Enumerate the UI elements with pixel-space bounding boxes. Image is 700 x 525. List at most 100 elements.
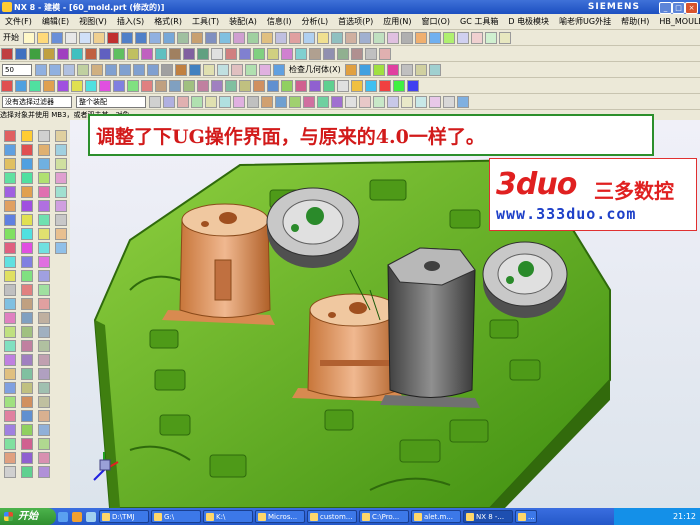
menu-tools[interactable]: 工具(T) [192,16,219,27]
electrode-icon[interactable] [239,79,251,92]
deviation-icon[interactable] [428,63,441,76]
trim-mold-icon[interactable] [253,79,265,92]
project-icon[interactable] [127,47,139,60]
task-custom[interactable]: custom... [307,510,357,523]
fillet-curve-icon[interactable] [281,47,293,60]
pocket-icon[interactable] [317,31,329,44]
analyze-icon[interactable] [358,63,371,76]
pan-icon[interactable] [63,63,75,76]
subtract-icon[interactable] [429,31,441,44]
face-analysis-icon[interactable] [231,63,243,76]
reuse-library-icon[interactable] [55,186,67,198]
mold-base-icon[interactable] [127,79,139,92]
menu-help[interactable]: 帮助(H) [621,16,649,27]
parting-icon[interactable] [113,79,125,92]
extrude-icon[interactable] [261,31,273,44]
mold-settings-icon[interactable] [407,79,419,92]
mesh-icon[interactable] [21,172,33,184]
slope-icon[interactable] [21,466,33,478]
orient-icon[interactable] [219,31,231,44]
top-view-icon[interactable] [119,63,131,76]
maximize-icon[interactable]: □ [672,2,685,14]
sketch-curve-icon[interactable] [323,47,335,60]
shade-icon[interactable] [191,31,203,44]
new-icon[interactable] [23,31,35,44]
open-icon[interactable] [37,31,49,44]
label-icon[interactable] [4,424,16,436]
zoom-out-icon[interactable] [49,63,61,76]
promote-icon[interactable] [38,312,50,324]
shell-icon[interactable] [373,31,385,44]
history-icon[interactable] [55,172,67,184]
part-nav-icon[interactable] [55,158,67,170]
boolean-icon[interactable] [38,368,50,380]
bom-icon[interactable] [281,79,293,92]
assembly-nav-icon[interactable] [55,144,67,156]
layer-settings-icon[interactable] [259,63,271,76]
offset-curve-icon[interactable] [155,47,167,60]
plane-icon[interactable] [365,47,377,60]
unwrap-icon[interactable] [38,298,50,310]
bridge-icon[interactable] [169,47,181,60]
cooling-icon[interactable] [225,79,237,92]
info-icon[interactable] [38,424,50,436]
menu-hb-mould[interactable]: HB_MOULD M6.6 [659,17,700,26]
text-icon[interactable] [309,47,321,60]
line-icon[interactable] [1,47,13,60]
menu-format[interactable]: 格式(R) [154,16,182,27]
line-select-icon[interactable] [345,95,357,108]
menu-gc-toolkit[interactable]: GC 工具箱 [460,16,498,27]
feature-icon[interactable] [4,130,16,142]
surface-icon[interactable] [21,144,33,156]
replay-icon[interactable] [38,200,50,212]
grid-icon[interactable] [387,95,399,108]
pattern-icon[interactable] [485,31,497,44]
point-icon[interactable] [57,47,69,60]
control-point-icon[interactable] [289,95,301,108]
offset-face-icon[interactable] [4,354,16,366]
menu-analysis[interactable]: 分析(L) [301,16,328,27]
axis-icon[interactable] [379,47,391,60]
divide-face-icon[interactable] [21,354,33,366]
front-view-icon[interactable] [105,63,117,76]
paste-icon[interactable] [93,31,105,44]
n-sided-icon[interactable] [21,200,33,212]
task-g[interactable]: G:\ [151,510,201,523]
pull-face-icon[interactable] [4,410,16,422]
menu-file[interactable]: 文件(F) [5,16,32,27]
edge-icon[interactable] [189,63,201,76]
mass-icon[interactable] [400,63,413,76]
thicken-icon[interactable] [21,284,33,296]
isocline-icon[interactable] [21,410,33,422]
curve-point-icon[interactable] [261,95,273,108]
zoom-select[interactable]: 50 [2,63,32,76]
palettes-icon[interactable] [55,242,67,254]
shrink-icon[interactable] [43,79,55,92]
task-k[interactable]: K:\ [203,510,253,523]
trim-icon[interactable] [401,31,413,44]
extrude-left-icon[interactable] [4,200,16,212]
arc-center-icon[interactable] [317,95,329,108]
zoom-in-icon[interactable] [35,63,47,76]
slider-icon[interactable] [169,79,181,92]
family-icon[interactable] [85,79,97,92]
menu-assembly[interactable]: 装配(A) [229,16,257,27]
properties-icon[interactable] [38,438,50,450]
replace-face-icon[interactable] [4,340,16,352]
measure-icon[interactable] [499,31,511,44]
extension-icon[interactable] [21,228,33,240]
ejector-icon[interactable] [155,79,167,92]
slot-icon[interactable] [4,270,16,282]
join-face-icon[interactable] [21,368,33,380]
drawing-icon[interactable] [295,79,307,92]
wave-icon[interactable] [38,326,50,338]
revolve-left-icon[interactable] [4,214,16,226]
rotate-icon[interactable] [77,63,89,76]
angle-icon[interactable] [386,63,399,76]
fit-all-icon[interactable] [91,63,103,76]
mold-analysis-icon[interactable] [365,79,377,92]
sketch-icon[interactable] [247,31,259,44]
view-icon[interactable] [163,31,175,44]
arc-icon[interactable] [15,47,27,60]
edit-parameters-icon[interactable] [38,144,50,156]
